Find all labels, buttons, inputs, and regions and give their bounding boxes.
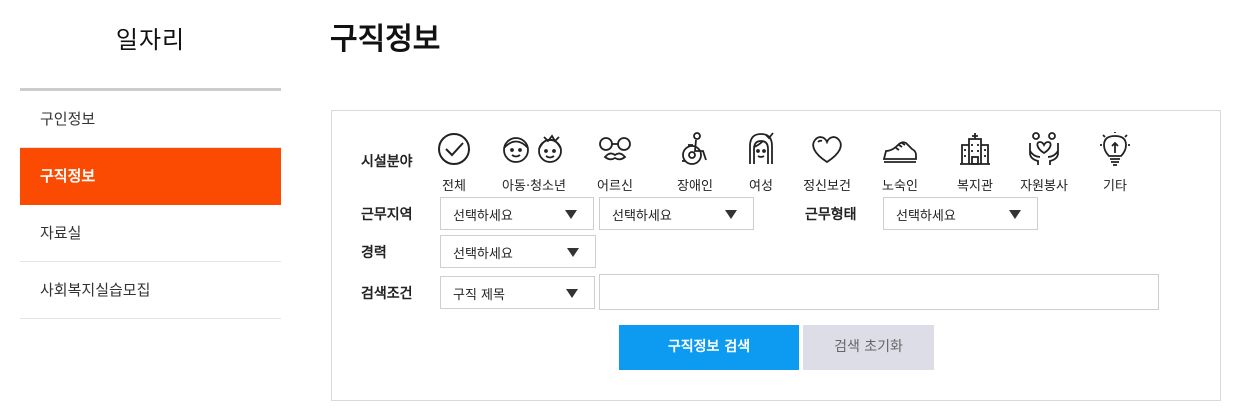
worktype-select-value: 선택하세요 <box>896 209 956 224</box>
career-select-value: 선택하세요 <box>453 247 513 262</box>
category-label: 전체 <box>442 179 466 194</box>
region-select-1[interactable]: 선택하세요 <box>440 197 594 230</box>
category-volunteer[interactable]: 자원봉사 <box>1004 131 1084 194</box>
category-elderly[interactable]: 어르신 <box>575 131 655 194</box>
lightbulb-icon <box>1100 132 1130 166</box>
category-label: 복지관 <box>957 179 993 194</box>
career-label: 경력 <box>361 245 387 261</box>
category-label: 기타 <box>1103 179 1127 194</box>
category-welfare-center[interactable]: 복지관 <box>935 131 1015 194</box>
condition-label: 검색조건 <box>361 286 413 302</box>
worktype-label: 근무형태 <box>805 207 857 223</box>
sidebar-menu: 구인정보 구직정보 자료실 사회복지실습모집 <box>20 91 281 319</box>
chevron-down-icon <box>565 210 577 219</box>
category-all[interactable]: 전체 <box>414 131 494 194</box>
region-label: 근무지역 <box>361 207 413 223</box>
building-icon <box>960 133 990 165</box>
chevron-down-icon <box>1009 210 1021 219</box>
category-label: 노숙인 <box>882 179 918 194</box>
condition-select[interactable]: 구직 제목 <box>440 276 595 309</box>
chevron-down-icon <box>566 289 578 298</box>
helping-hands-icon <box>1029 132 1059 165</box>
children-icon <box>503 134 562 163</box>
category-mental-health[interactable]: 정신보건 <box>787 131 867 194</box>
search-panel: 시설분야 전체 아동·청소년 어르신 장애인 여성 정신보건 노숙인 복지관 자… <box>331 110 1221 401</box>
worktype-select[interactable]: 선택하세요 <box>883 197 1038 230</box>
chevron-down-icon <box>567 248 579 257</box>
page-title: 구직정보 <box>330 22 441 57</box>
region-select-1-value: 선택하세요 <box>453 209 513 224</box>
facility-label: 시설분야 <box>361 154 413 170</box>
sidebar-title: 일자리 <box>115 26 186 54</box>
woman-icon <box>749 132 774 164</box>
region-select-2[interactable]: 선택하세요 <box>599 197 754 230</box>
sidebar-item-job-seekers[interactable]: 구직정보 <box>20 148 281 205</box>
sidebar-item-resources[interactable]: 자료실 <box>20 205 281 262</box>
category-other[interactable]: 기타 <box>1075 131 1155 194</box>
condition-select-value: 구직 제목 <box>453 288 505 303</box>
region-select-2-value: 선택하세요 <box>612 209 672 224</box>
category-homeless[interactable]: 노숙인 <box>860 131 940 194</box>
category-label: 자원봉사 <box>1020 179 1068 194</box>
keyword-input[interactable] <box>599 274 1159 310</box>
shoe-icon <box>882 141 917 163</box>
heart-icon <box>812 136 842 164</box>
search-button[interactable]: 구직정보 검색 <box>619 325 799 370</box>
reset-button[interactable]: 검색 초기화 <box>803 325 934 370</box>
category-label: 어르신 <box>597 179 633 194</box>
category-label: 아동·청소년 <box>502 179 566 194</box>
chevron-down-icon <box>725 210 737 219</box>
wheelchair-icon <box>682 132 707 165</box>
category-children[interactable]: 아동·청소년 <box>494 131 574 194</box>
career-select[interactable]: 선택하세요 <box>440 235 596 268</box>
sidebar-item-job-offers[interactable]: 구인정보 <box>20 91 281 148</box>
check-circle-icon <box>438 133 470 165</box>
elder-glasses-icon <box>599 137 631 161</box>
category-label: 정신보건 <box>803 179 851 194</box>
sidebar-item-practicum[interactable]: 사회복지실습모집 <box>20 262 281 319</box>
